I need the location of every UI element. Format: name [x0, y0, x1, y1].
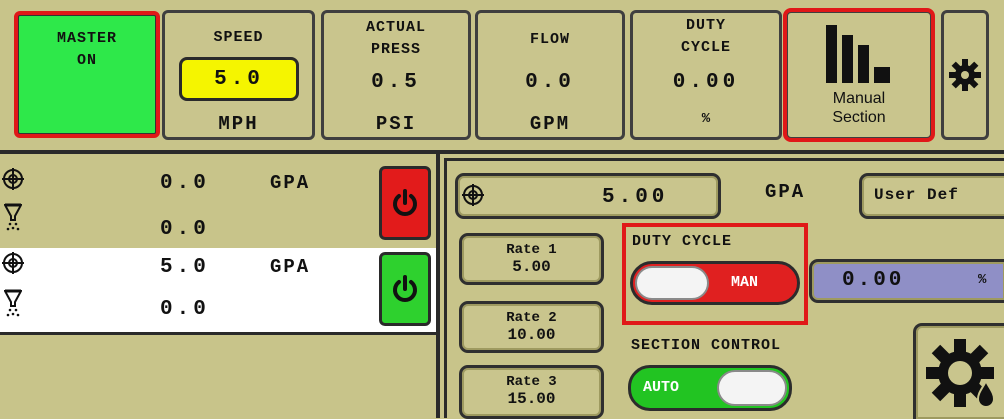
toggle-knob — [717, 370, 787, 406]
rate-1-button[interactable]: Rate 1 5.00 — [459, 233, 604, 285]
crosshair-target-icon — [2, 252, 24, 274]
rate-control-settings-button[interactable] — [913, 323, 1004, 419]
user-def-button[interactable]: User Def — [859, 173, 1004, 219]
nozzle-icon — [4, 289, 22, 317]
crosshair-target-icon — [2, 168, 24, 190]
rate-1-label: Rate 1 — [506, 242, 557, 258]
toggle-knob — [635, 266, 709, 300]
speed-input[interactable]: 5.0 — [179, 57, 299, 101]
duty-cycle-control-unit: % — [978, 272, 987, 288]
actual-press-label-2: PRESS — [370, 41, 421, 58]
channel-rate-value: 0.0 — [160, 172, 210, 195]
speed-value: 5.0 — [214, 67, 264, 91]
target-rate-field[interactable]: 5.00 — [455, 173, 721, 219]
bars-chart-icon — [826, 25, 890, 83]
flow-unit: GPM — [529, 113, 571, 135]
speed-unit: MPH — [218, 113, 259, 135]
duty-cycle-group: DUTY CYCLE MAN — [622, 223, 808, 325]
master-on-button[interactable]: MASTER ON — [14, 11, 160, 138]
rate-3-value: 15.00 — [507, 390, 556, 408]
user-def-label: User Def — [874, 186, 959, 204]
section-control-toggle-text: AUTO — [643, 379, 680, 396]
power-icon — [393, 189, 417, 216]
manual-section-button[interactable]: Manual Section — [783, 8, 935, 142]
manual-section-label-2: Section — [832, 109, 886, 126]
duty-cycle-control-label: DUTY CYCLE — [632, 233, 733, 250]
target-rate-value: 5.00 — [602, 186, 669, 209]
duty-cycle-label-2: CYCLE — [680, 39, 731, 56]
rate-2-value: 10.00 — [507, 326, 556, 344]
duty-cycle-value: 0.00 — [672, 71, 740, 94]
target-rate-unit: GPA — [765, 181, 806, 203]
channel-power-button[interactable] — [379, 252, 431, 326]
rate-2-button[interactable]: Rate 2 10.00 — [459, 301, 604, 353]
power-icon — [393, 275, 417, 302]
actual-press-tile: ACTUAL PRESS 0.5 PSI — [321, 10, 471, 140]
channel-flow-value: 0.0 — [160, 298, 210, 321]
rate-3-label: Rate 3 — [506, 374, 557, 390]
duty-cycle-label-1: DUTY — [685, 17, 726, 34]
flow-value: 0.0 — [525, 71, 575, 94]
channel-row[interactable]: 0.0 GPA 0.0 — [0, 166, 436, 246]
gear-icon — [949, 59, 981, 91]
speed-label: SPEED — [213, 29, 264, 46]
channel-rate-unit: GPA — [270, 256, 311, 278]
section-control-label: SECTION CONTROL — [631, 337, 782, 354]
channel-row-selected[interactable]: 5.0 GPA 0.0 — [0, 248, 436, 332]
master-state-label: ON — [76, 52, 97, 69]
right-panel: 5.00 GPA User Def Rate 1 5.00 Rate 2 10.… — [444, 158, 1004, 419]
speed-tile: SPEED 5.0 MPH — [162, 10, 315, 140]
duty-cycle-value-field[interactable]: 0.00 % — [809, 259, 1004, 303]
channel-rate-unit: GPA — [270, 172, 311, 194]
flow-tile: FLOW 0.0 GPM — [475, 10, 625, 140]
duty-cycle-unit: % — [701, 111, 711, 127]
duty-cycle-toggle-text: MAN — [731, 274, 759, 291]
actual-press-value: 0.5 — [371, 71, 421, 94]
channel-rate-value: 5.0 — [160, 256, 210, 279]
rate-1-value: 5.00 — [512, 258, 551, 276]
duty-cycle-tile: DUTY CYCLE 0.00 % — [630, 10, 782, 140]
channel-divider — [0, 332, 436, 335]
actual-press-unit: PSI — [375, 113, 417, 135]
settings-button[interactable] — [941, 10, 989, 140]
left-panel: 0.0 GPA 0.0 5.0 GPA 0.0 — [0, 154, 440, 418]
section-control-toggle[interactable]: AUTO — [628, 365, 792, 411]
rate-2-label: Rate 2 — [506, 310, 557, 326]
channel-power-button[interactable] — [379, 166, 431, 240]
actual-press-label-1: ACTUAL — [365, 19, 426, 36]
gear-droplet-icon — [925, 338, 995, 408]
flow-label: FLOW — [529, 31, 570, 48]
duty-cycle-control-value: 0.00 — [842, 269, 905, 292]
nozzle-icon — [4, 203, 22, 231]
duty-cycle-toggle[interactable]: MAN — [630, 261, 800, 305]
rate-3-button[interactable]: Rate 3 15.00 — [459, 365, 604, 419]
crosshair-target-icon — [462, 184, 484, 206]
master-label: MASTER — [56, 30, 117, 47]
manual-section-label-1: Manual — [832, 90, 886, 107]
channel-flow-value: 0.0 — [160, 218, 210, 241]
